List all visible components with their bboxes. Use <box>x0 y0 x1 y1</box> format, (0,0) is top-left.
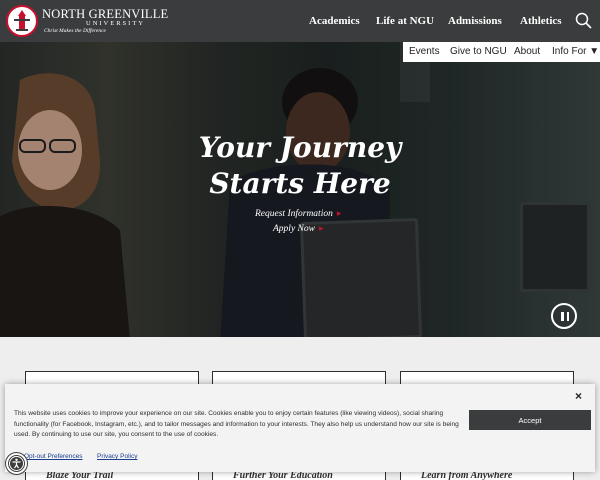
accept-button[interactable]: Accept <box>469 410 591 430</box>
request-information-label: Request Information <box>255 209 333 219</box>
cookie-banner: × This website uses cookies to improve y… <box>5 384 595 472</box>
util-info-label: Info For <box>552 46 587 57</box>
nav-life-at-ngu[interactable]: Life at NGU <box>376 15 434 27</box>
close-icon[interactable]: × <box>575 389 582 403</box>
university-logo[interactable]: NORTH GREENVILLE UNIVERSITY Christ Makes… <box>6 4 168 38</box>
search-icon[interactable] <box>574 11 594 31</box>
optout-preferences-link[interactable]: Opt-out Preferences <box>24 453 83 460</box>
university-seal-icon <box>6 5 38 37</box>
privacy-policy-link[interactable]: Privacy Policy <box>97 453 137 460</box>
util-events[interactable]: Events <box>409 46 440 57</box>
nav-athletics[interactable]: Athletics <box>520 15 562 27</box>
request-information-link[interactable]: Request Information ▸ <box>255 208 341 219</box>
arrow-right-icon: ▸ <box>318 223 324 233</box>
site-header: NORTH GREENVILLE UNIVERSITY Christ Makes… <box>0 0 600 42</box>
logo-tagline: Christ Makes the Difference <box>44 27 106 34</box>
pause-icon[interactable] <box>551 303 577 329</box>
apply-now-link[interactable]: Apply Now ▸ <box>273 223 324 234</box>
nav-admissions[interactable]: Admissions <box>448 15 502 27</box>
hero-title-line2: Starts Here <box>209 167 391 200</box>
accessibility-icon[interactable] <box>6 453 27 474</box>
hero-title: Your Journey Starts Here <box>150 130 450 202</box>
apply-now-label: Apply Now <box>273 224 315 234</box>
utility-nav: Events Give to NGU About Info For ▼ <box>403 42 600 62</box>
util-give-to-ngu[interactable]: Give to NGU <box>450 46 507 57</box>
logo-name: NORTH GREENVILLE <box>42 6 169 21</box>
logo-wordmark: NORTH GREENVILLE UNIVERSITY Christ Makes… <box>42 6 169 35</box>
chevron-down-icon: ▼ <box>589 46 600 57</box>
util-info-for[interactable]: Info For ▼ <box>552 46 599 57</box>
hero-banner: Your Journey Starts Here Request Informa… <box>0 42 600 337</box>
hero-title-line1: Your Journey <box>198 131 402 164</box>
nav-academics[interactable]: Academics <box>309 15 360 27</box>
accessibility-figure <box>9 456 24 471</box>
logo-sub: UNIVERSITY <box>86 19 145 27</box>
arrow-right-icon: ▸ <box>336 208 342 218</box>
cookie-message: This website uses cookies to improve you… <box>14 410 459 438</box>
util-about[interactable]: About <box>514 46 540 57</box>
